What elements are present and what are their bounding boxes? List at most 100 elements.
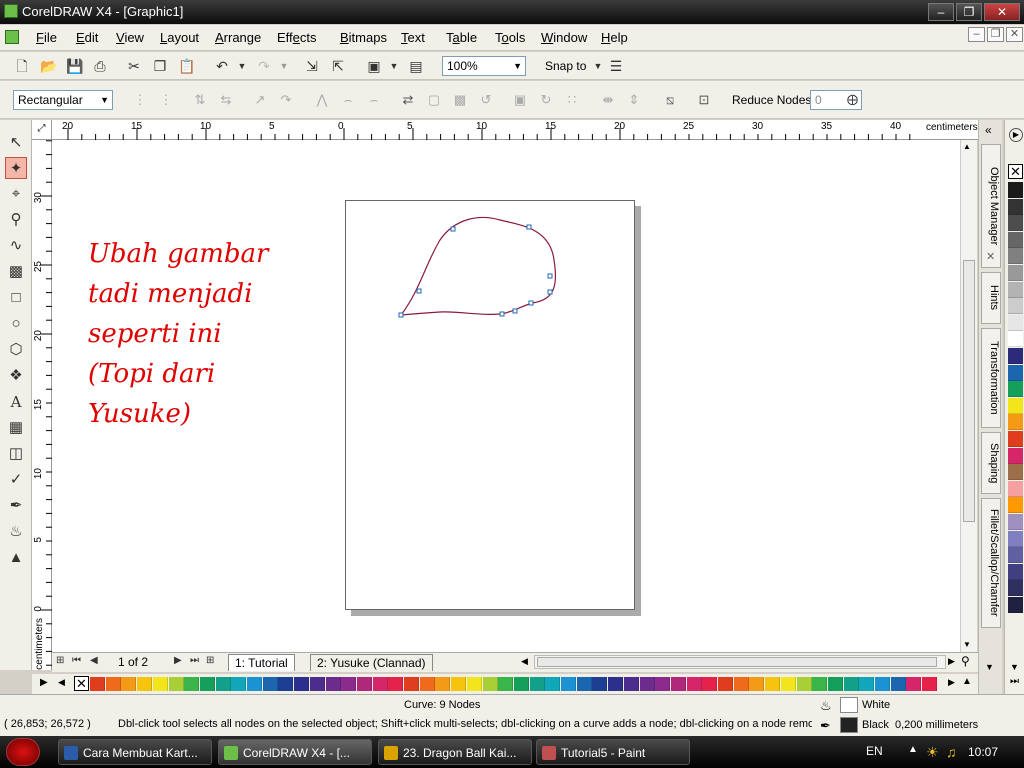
selection-mode-select[interactable]: Rectangular ▼ [13,90,113,110]
color-swatch[interactable] [859,677,875,691]
vertical-scroll-thumb[interactable] [963,260,975,522]
fill-color-swatch[interactable] [840,697,858,713]
color-swatch[interactable] [529,677,545,691]
scroll-right-icon[interactable]: ▶ [948,656,955,667]
select-all-nodes-icon[interactable]: ⊡ [696,92,712,108]
copy-icon[interactable]: ❐ [152,58,168,74]
menu-view[interactable]: View [116,30,144,45]
eyedropper-tool-icon[interactable]: ✓ [5,469,27,491]
palette-left-icon[interactable]: ◀ [58,677,65,688]
menu-tools[interactable]: Tools [495,30,525,45]
rotate-nodes-icon[interactable]: ↻ [538,92,554,108]
pick-tool-icon[interactable]: ↖ [5,132,27,154]
export-icon[interactable]: ⇱ [330,58,346,74]
add-node-icon[interactable]: ⋮ [132,92,148,108]
add-page-before-icon[interactable]: ⊞ [56,655,64,666]
color-swatch[interactable] [466,677,482,691]
taskbar-button[interactable]: CorelDRAW X4 - [... [218,739,372,765]
delete-node-icon[interactable]: ⋮ [158,92,174,108]
color-swatch[interactable] [356,677,372,691]
color-swatch[interactable] [670,677,686,691]
undo-dropdown-icon[interactable]: ▼ [234,58,250,74]
polygon-tool-icon[interactable]: ⬡ [5,339,27,361]
color-swatch[interactable] [341,677,357,691]
menu-table[interactable]: Table [446,30,477,45]
color-swatch[interactable] [325,677,341,691]
tray-app-icon[interactable]: ☀ [926,744,939,761]
convert-to-curve-icon[interactable]: ↷ [278,92,294,108]
zoom-navigator-icon[interactable]: ⚲ [961,654,970,668]
color-swatch[interactable] [309,677,325,691]
doc-minimize-button[interactable]: – [968,27,985,42]
color-swatch[interactable] [1008,414,1023,431]
crop-tool-icon[interactable]: ⌖ [5,183,27,205]
options-icon[interactable]: ☰ [608,58,624,74]
menu-file[interactable]: File [36,30,57,45]
show-hidden-icons-icon[interactable]: ▲ [908,744,918,755]
palette-menu-icon[interactable]: ▶ [1009,128,1023,142]
first-page-icon[interactable]: ⏮ [72,655,81,666]
color-swatch[interactable] [1008,464,1023,481]
extend-curve-icon[interactable]: ▢ [426,92,442,108]
table-tool-icon[interactable]: ▦ [5,417,27,439]
color-swatch[interactable] [482,677,498,691]
color-swatch[interactable] [404,677,419,691]
text-tool-icon[interactable]: A [5,391,27,413]
join-nodes-icon[interactable]: ⇅ [192,92,208,108]
color-swatch[interactable] [608,677,624,691]
taskbar-button[interactable]: 23. Dragon Ball Kai... [378,739,532,765]
color-swatch[interactable] [1008,580,1023,597]
color-swatch[interactable] [199,677,215,691]
previous-page-icon[interactable]: ◀ [90,655,98,666]
color-swatch[interactable] [906,677,922,691]
vertical-scrollbar[interactable]: ▲ ▼ [960,140,977,652]
ruler-origin-icon[interactable]: ⤢ [32,120,52,140]
palette-scroll-left-icon[interactable]: ▶ [40,677,48,688]
menu-window[interactable]: Window [541,30,587,45]
outline-color-swatch[interactable] [840,717,858,733]
freehand-tool-icon[interactable]: ∿ [5,235,27,257]
reduce-nodes-input[interactable]: 0 ⨁ [810,90,862,110]
color-swatch[interactable] [875,677,890,691]
color-swatch[interactable] [121,677,137,691]
docker-tab-hints[interactable]: Hints [981,272,1001,324]
ellipse-tool-icon[interactable]: ○ [5,313,27,335]
color-swatch[interactable] [655,677,671,691]
color-swatch[interactable] [545,677,561,691]
system-clock[interactable]: 10:07 [968,745,998,759]
color-swatch[interactable] [765,677,781,691]
color-swatch[interactable] [419,677,435,691]
menu-layout[interactable]: Layout [160,30,199,45]
color-swatch[interactable] [623,677,639,691]
curve-node[interactable] [547,289,553,295]
smart-fill-tool-icon[interactable]: ▩ [5,261,27,283]
application-launcher-icon[interactable]: ▣ [366,58,382,74]
taskbar-button[interactable]: Tutorial5 - Paint [536,739,690,765]
curve-node[interactable] [398,312,404,318]
color-swatch[interactable] [262,677,278,691]
import-icon[interactable]: ⇲ [304,58,320,74]
rectangle-tool-icon[interactable]: □ [5,287,27,309]
right-no-fill-swatch[interactable]: ✕ [1008,164,1023,179]
menu-arrange[interactable]: Arrange [215,30,261,45]
color-swatch[interactable] [1008,198,1023,215]
docker-scroll-down-icon[interactable]: ▼ [985,662,994,672]
vertical-ruler[interactable]: 30 25 20 15 10 5 0 centimeters [32,140,52,670]
color-swatch[interactable] [90,677,105,691]
color-swatch[interactable] [812,677,828,691]
launcher-dropdown-icon[interactable]: ▼ [386,58,402,74]
curve-node[interactable] [416,288,422,294]
color-swatch[interactable] [733,677,749,691]
color-swatch[interactable] [702,677,718,691]
palette-end-icon[interactable]: ⏭ [1010,676,1019,687]
horizontal-ruler[interactable]: 20 15 10 5 0 5 10 15 20 25 30 35 40 centimeters [52,120,978,140]
extract-subpath-icon[interactable]: ▩ [452,92,468,108]
doc-close-button[interactable]: ✕ [1006,27,1023,42]
color-swatch[interactable] [1008,281,1023,298]
page-tab-1[interactable]: 1: Tutorial [228,654,295,671]
zoom-tool-icon[interactable]: ⚲ [5,209,27,231]
color-swatch[interactable] [498,677,514,691]
menu-text[interactable]: Text [401,30,425,45]
color-swatch[interactable] [576,677,592,691]
color-swatch[interactable] [137,677,153,691]
